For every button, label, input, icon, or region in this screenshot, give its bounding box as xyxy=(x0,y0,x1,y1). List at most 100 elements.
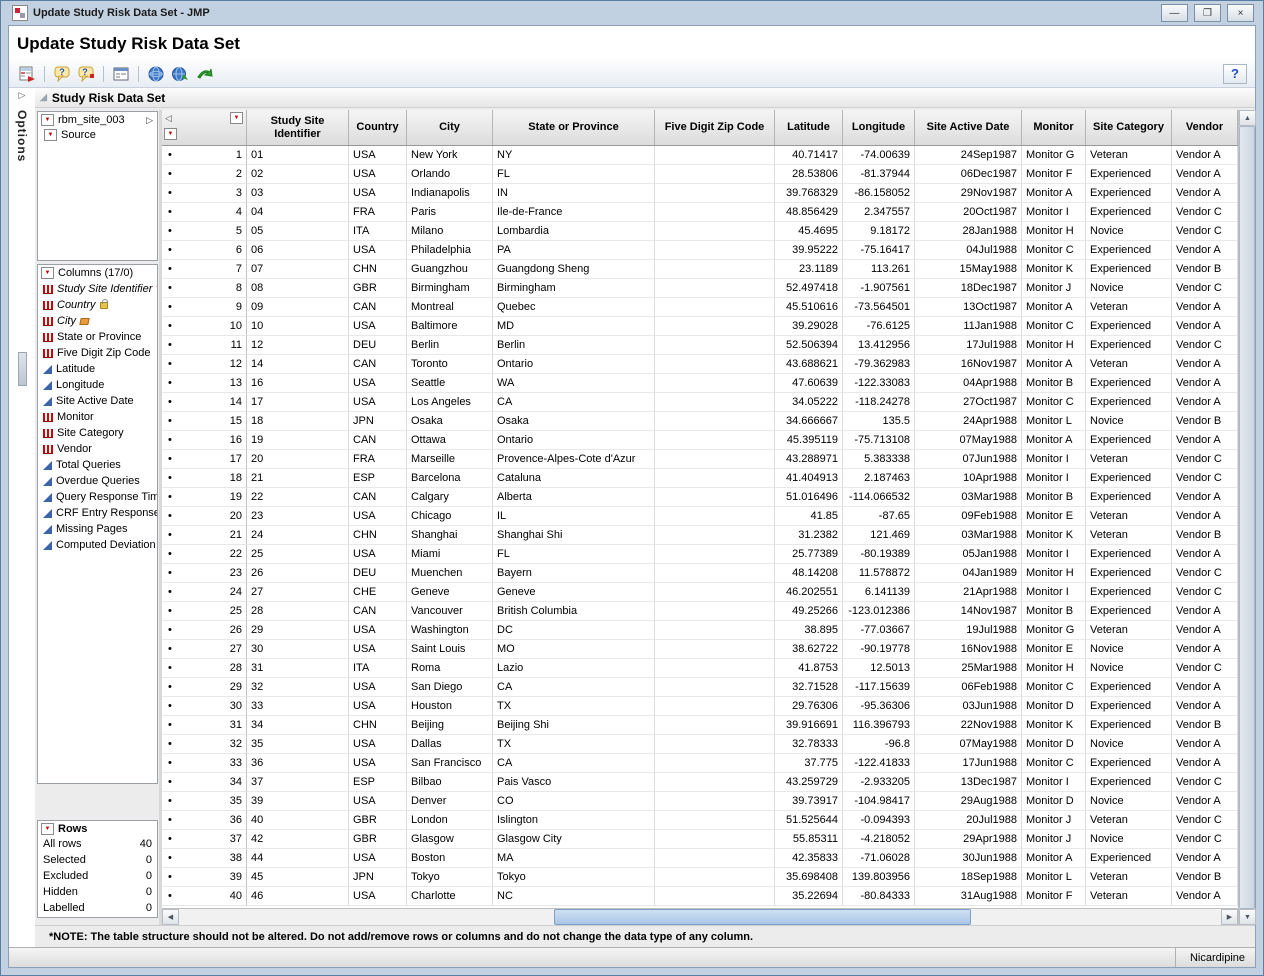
cell[interactable]: MA xyxy=(493,849,655,868)
cell[interactable] xyxy=(655,355,775,374)
cell[interactable]: 04 xyxy=(247,203,349,222)
cell[interactable]: Quebec xyxy=(493,298,655,317)
cell[interactable]: -80.84333 xyxy=(843,887,915,906)
cell[interactable]: 06 xyxy=(247,241,349,260)
column-list-item[interactable]: Site Active Date xyxy=(38,393,157,409)
green-arrow-icon[interactable] xyxy=(194,64,214,83)
cell[interactable]: USA xyxy=(349,735,407,754)
cell[interactable] xyxy=(655,507,775,526)
cell[interactable]: Experienced xyxy=(1086,393,1172,412)
cell[interactable]: Experienced xyxy=(1086,754,1172,773)
cell[interactable]: 18Dec1987 xyxy=(915,279,1022,298)
cell[interactable]: Ontario xyxy=(493,355,655,374)
cell[interactable]: 16Nov1987 xyxy=(915,355,1022,374)
row-label-cell[interactable]: •18 xyxy=(162,469,247,488)
cell[interactable]: -2.933205 xyxy=(843,773,915,792)
cell[interactable]: Vendor B xyxy=(1172,716,1238,735)
cell[interactable]: Veteran xyxy=(1086,621,1172,640)
cell[interactable]: Guangdong Sheng xyxy=(493,260,655,279)
cell[interactable]: Novice xyxy=(1086,735,1172,754)
cell[interactable]: Chicago xyxy=(407,507,493,526)
cell[interactable]: USA xyxy=(349,241,407,260)
row-state-dot[interactable]: • xyxy=(166,811,172,829)
cell[interactable] xyxy=(655,431,775,450)
cell[interactable]: Bayern xyxy=(493,564,655,583)
cell[interactable]: 12 xyxy=(247,336,349,355)
column-list-item[interactable]: Missing Pages xyxy=(38,521,157,537)
row-state-dot[interactable]: • xyxy=(166,564,172,582)
row-label-cell[interactable]: •20 xyxy=(162,507,247,526)
cell[interactable]: CAN xyxy=(349,602,407,621)
table-row[interactable]: •3742GBRGlasgowGlasgow City55.85311-4.21… xyxy=(162,830,1238,849)
column-list-item[interactable]: Monitor xyxy=(38,409,157,425)
column-list-item[interactable]: Country xyxy=(38,297,157,313)
table-panel-header[interactable]: ▼ rbm_site_003 ▷ xyxy=(38,112,157,128)
cell[interactable]: 21 xyxy=(247,469,349,488)
columns-menu-icon[interactable]: ▼ xyxy=(230,112,243,124)
column-list-item[interactable]: Vendor xyxy=(38,441,157,457)
cell[interactable]: 10 xyxy=(247,317,349,336)
cell[interactable]: DEU xyxy=(349,564,407,583)
table-row[interactable]: •1619CANOttawaOntario45.395119-75.713108… xyxy=(162,431,1238,450)
table-row[interactable]: •1720FRAMarseilleProvence-Alpes-Cote d'A… xyxy=(162,450,1238,469)
row-label-cell[interactable]: •36 xyxy=(162,811,247,830)
cell[interactable]: 09Feb1988 xyxy=(915,507,1022,526)
cell[interactable]: 07May1988 xyxy=(915,735,1022,754)
cell[interactable]: 45.510616 xyxy=(775,298,843,317)
h-scroll-thumb[interactable] xyxy=(554,909,971,925)
cell[interactable]: Geneve xyxy=(493,583,655,602)
cell[interactable]: -90.19778 xyxy=(843,640,915,659)
cell[interactable]: Monitor K xyxy=(1022,260,1086,279)
cell[interactable]: Vendor C xyxy=(1172,222,1238,241)
cell[interactable]: CHN xyxy=(349,716,407,735)
row-state-dot[interactable]: • xyxy=(166,830,172,848)
table-row[interactable]: •2831ITARomaLazio41.875312.501325Mar1988… xyxy=(162,659,1238,678)
cell[interactable]: 27 xyxy=(247,583,349,602)
table-row[interactable]: •505ITAMilanoLombardia45.46959.1817228Ja… xyxy=(162,222,1238,241)
cell[interactable]: USA xyxy=(349,697,407,716)
cell[interactable]: Glasgow City xyxy=(493,830,655,849)
table-row[interactable]: •404FRAParisIle-de-France48.8564292.3475… xyxy=(162,203,1238,222)
cell[interactable]: Vendor A xyxy=(1172,431,1238,450)
cell[interactable] xyxy=(655,868,775,887)
cell[interactable]: Veteran xyxy=(1086,146,1172,165)
cell[interactable]: 6.141139 xyxy=(843,583,915,602)
red-triangle-menu-icon[interactable]: ▼ xyxy=(44,129,57,141)
cell[interactable]: 28.53806 xyxy=(775,165,843,184)
row-state-dot[interactable]: • xyxy=(166,792,172,810)
cell[interactable] xyxy=(655,336,775,355)
close-button[interactable]: × xyxy=(1227,4,1254,22)
cell[interactable]: 41.85 xyxy=(775,507,843,526)
row-label-cell[interactable]: •12 xyxy=(162,355,247,374)
cell[interactable]: Monitor C xyxy=(1022,754,1086,773)
cell[interactable]: -81.37944 xyxy=(843,165,915,184)
cell[interactable]: 19 xyxy=(247,431,349,450)
cell[interactable]: -96.8 xyxy=(843,735,915,754)
table-row[interactable]: •4046USACharlotteNC35.22694-80.8433331Au… xyxy=(162,887,1238,906)
cell[interactable]: 2.187463 xyxy=(843,469,915,488)
options-expand-icon[interactable]: ▷ xyxy=(19,90,26,104)
cell[interactable]: Experienced xyxy=(1086,260,1172,279)
cell[interactable]: Lazio xyxy=(493,659,655,678)
cell[interactable]: Bilbao xyxy=(407,773,493,792)
cell[interactable]: Guangzhou xyxy=(407,260,493,279)
cell[interactable]: Monitor A xyxy=(1022,849,1086,868)
table-row[interactable]: •1821ESPBarcelonaCataluna41.4049132.1874… xyxy=(162,469,1238,488)
cell[interactable]: 52.506394 xyxy=(775,336,843,355)
row-state-dot[interactable]: • xyxy=(166,450,172,468)
row-state-dot[interactable]: • xyxy=(166,165,172,183)
row-label-cell[interactable]: •26 xyxy=(162,621,247,640)
cell[interactable]: 29Nov1987 xyxy=(915,184,1022,203)
cell[interactable] xyxy=(655,849,775,868)
cell[interactable]: 35.698408 xyxy=(775,868,843,887)
cell[interactable]: Monitor E xyxy=(1022,507,1086,526)
cell[interactable]: 44 xyxy=(247,849,349,868)
cell[interactable]: 40 xyxy=(247,811,349,830)
cell[interactable]: Vendor A xyxy=(1172,887,1238,906)
row-state-dot[interactable]: • xyxy=(166,735,172,753)
cell[interactable]: 49.25266 xyxy=(775,602,843,621)
cell[interactable]: Vendor C xyxy=(1172,450,1238,469)
table-row[interactable]: •3134CHNBeijingBeijing Shi39.916691116.3… xyxy=(162,716,1238,735)
cell[interactable]: San Diego xyxy=(407,678,493,697)
cell[interactable]: 04Jan1989 xyxy=(915,564,1022,583)
